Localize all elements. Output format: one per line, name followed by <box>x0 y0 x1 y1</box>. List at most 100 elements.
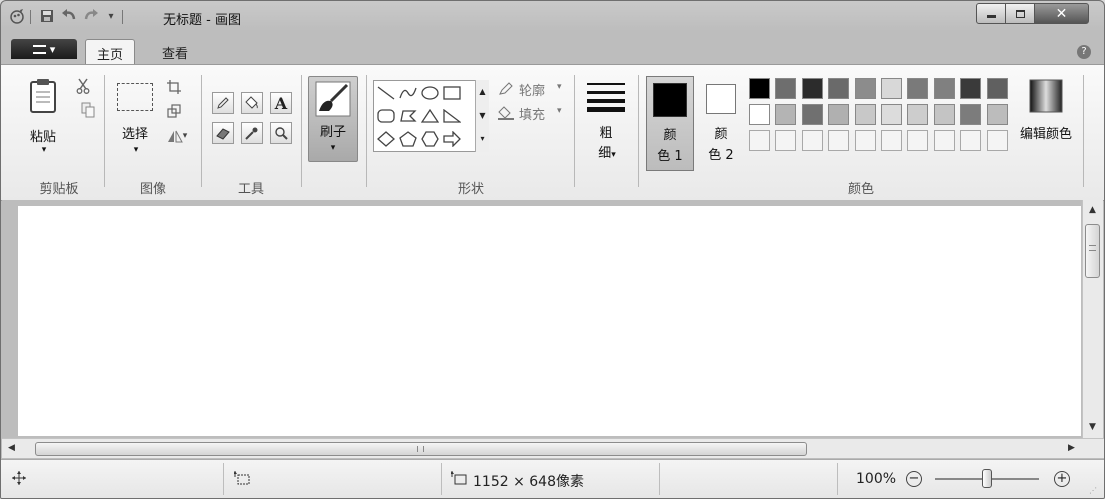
select-dropdown-arrow[interactable]: ▾ <box>129 145 143 155</box>
palette-swatch[interactable] <box>881 78 902 99</box>
more-icon[interactable]: ▾ <box>476 128 489 150</box>
palette-swatch[interactable] <box>854 104 876 125</box>
palette-swatch[interactable] <box>933 78 955 99</box>
right-triangle-shape-icon[interactable] <box>441 106 463 126</box>
scroll-left-icon[interactable]: ◀ <box>8 443 15 453</box>
oval-shape-icon[interactable] <box>419 83 441 103</box>
palette-swatch[interactable] <box>907 130 929 151</box>
scroll-right-icon[interactable]: ▶ <box>1068 443 1075 453</box>
crop-icon[interactable] <box>166 79 182 95</box>
palette-swatch[interactable] <box>801 130 823 151</box>
palette-swatch[interactable] <box>801 78 823 99</box>
palette-swatch[interactable] <box>933 130 955 151</box>
palette-swatch[interactable] <box>881 130 902 151</box>
fill-button-label[interactable]: 填充 <box>519 104 545 123</box>
palette-swatch[interactable] <box>986 78 1008 99</box>
pencil-icon[interactable] <box>212 92 234 114</box>
palette-swatch[interactable] <box>828 130 850 151</box>
shapes-gallery[interactable] <box>373 80 489 152</box>
edit-colors-icon[interactable] <box>1028 78 1064 114</box>
outline-dropdown-arrow[interactable]: ▾ <box>557 82 562 92</box>
magnifier-icon[interactable] <box>270 122 292 144</box>
cut-icon[interactable] <box>75 78 91 94</box>
polygon-shape-icon[interactable] <box>397 106 419 126</box>
palette-swatch[interactable] <box>775 104 797 125</box>
select-icon[interactable] <box>117 83 153 111</box>
palette-swatch[interactable] <box>775 130 797 151</box>
application-menu-button[interactable]: ▾ <box>11 39 77 59</box>
shapes-gallery-scroll[interactable]: ▲ ▼ ▾ <box>475 80 489 152</box>
paste-dropdown-arrow[interactable]: ▾ <box>37 145 51 155</box>
outline-button-label[interactable]: 轮廓 <box>519 80 545 99</box>
hexagon-shape-icon[interactable] <box>419 129 441 149</box>
zoom-slider-thumb[interactable] <box>982 469 992 488</box>
palette-swatch[interactable] <box>749 130 770 151</box>
paint-app-icon[interactable] <box>9 8 25 24</box>
save-icon[interactable] <box>39 8 55 24</box>
fill-dropdown-arrow[interactable]: ▾ <box>557 106 562 116</box>
select-button-label[interactable]: 选择 <box>113 123 157 142</box>
resize-icon[interactable] <box>166 103 182 119</box>
resize-grip-icon[interactable]: ⋰ <box>1087 484 1099 496</box>
palette-swatch[interactable] <box>828 78 850 99</box>
redo-icon[interactable] <box>83 8 99 24</box>
horizontal-scroll-thumb[interactable] <box>35 442 807 456</box>
size-label-line1[interactable]: 粗 <box>594 122 618 141</box>
color1-button[interactable]: 颜 色 1 <box>646 76 694 171</box>
palette-swatch[interactable] <box>907 78 929 99</box>
palette-swatch[interactable] <box>960 78 982 99</box>
color2-button[interactable]: 颜 色 2 <box>698 76 746 171</box>
diamond-shape-icon[interactable] <box>375 129 397 149</box>
zoom-in-icon[interactable]: + <box>1054 471 1070 487</box>
size-label-line2[interactable]: 细▾ <box>590 142 624 161</box>
zoom-out-icon[interactable]: − <box>906 471 922 487</box>
paste-icon[interactable] <box>28 78 58 114</box>
chevron-up-icon[interactable]: ▲ <box>476 80 489 104</box>
palette-swatch[interactable] <box>933 104 955 125</box>
scroll-up-icon[interactable]: ▲ <box>1089 205 1096 215</box>
paste-button-label[interactable]: 粘贴 <box>26 126 60 145</box>
color-picker-icon[interactable] <box>241 122 263 144</box>
maximize-button[interactable] <box>1005 3 1035 24</box>
palette-swatch[interactable] <box>749 104 770 125</box>
palette-swatch[interactable] <box>907 104 929 125</box>
vertical-scroll-thumb[interactable] <box>1085 224 1100 278</box>
scroll-down-icon[interactable]: ▼ <box>1089 422 1096 432</box>
curve-shape-icon[interactable] <box>397 83 419 103</box>
palette-swatch[interactable] <box>881 104 902 125</box>
arrow-shape-icon[interactable] <box>441 129 463 149</box>
rectangle-shape-icon[interactable] <box>441 83 463 103</box>
horizontal-scrollbar[interactable]: ◀ ▶ <box>2 438 1104 458</box>
line-size-icon[interactable] <box>585 81 627 113</box>
help-icon[interactable]: ? <box>1077 45 1091 59</box>
tab-home[interactable]: 主页 <box>85 39 136 66</box>
tab-view[interactable]: 查看 <box>151 39 199 65</box>
close-button[interactable]: ✕ <box>1034 3 1089 24</box>
customize-arrow-icon[interactable]: ▾ <box>103 8 119 24</box>
triangle-shape-icon[interactable] <box>419 106 441 126</box>
palette-swatch[interactable] <box>854 78 876 99</box>
outline-icon[interactable] <box>497 81 515 97</box>
palette-swatch[interactable] <box>854 130 876 151</box>
copy-icon[interactable] <box>80 102 96 118</box>
palette-swatch[interactable] <box>960 130 982 151</box>
palette-swatch[interactable] <box>986 104 1008 125</box>
rounded-rectangle-shape-icon[interactable] <box>375 106 397 126</box>
brushes-button[interactable]: 刷子 ▾ <box>308 76 358 162</box>
undo-icon[interactable] <box>61 8 77 24</box>
drawing-canvas[interactable] <box>18 206 1081 436</box>
chevron-down-icon[interactable]: ▼ <box>476 104 489 128</box>
minimize-button[interactable] <box>976 3 1006 24</box>
pentagon-shape-icon[interactable] <box>397 129 419 149</box>
palette-swatch[interactable] <box>960 104 982 125</box>
line-shape-icon[interactable] <box>375 83 397 103</box>
palette-swatch[interactable] <box>828 104 850 125</box>
eraser-icon[interactable] <box>212 122 234 144</box>
fill-icon[interactable] <box>497 105 515 121</box>
text-tool-icon[interactable]: A <box>270 92 292 114</box>
palette-swatch[interactable] <box>749 78 770 99</box>
palette-swatch[interactable] <box>801 104 823 125</box>
palette-swatch[interactable] <box>986 130 1008 151</box>
edit-colors-label[interactable]: 编辑颜色 <box>1013 123 1079 142</box>
vertical-scrollbar[interactable]: ▲ ▼ <box>1082 200 1103 438</box>
